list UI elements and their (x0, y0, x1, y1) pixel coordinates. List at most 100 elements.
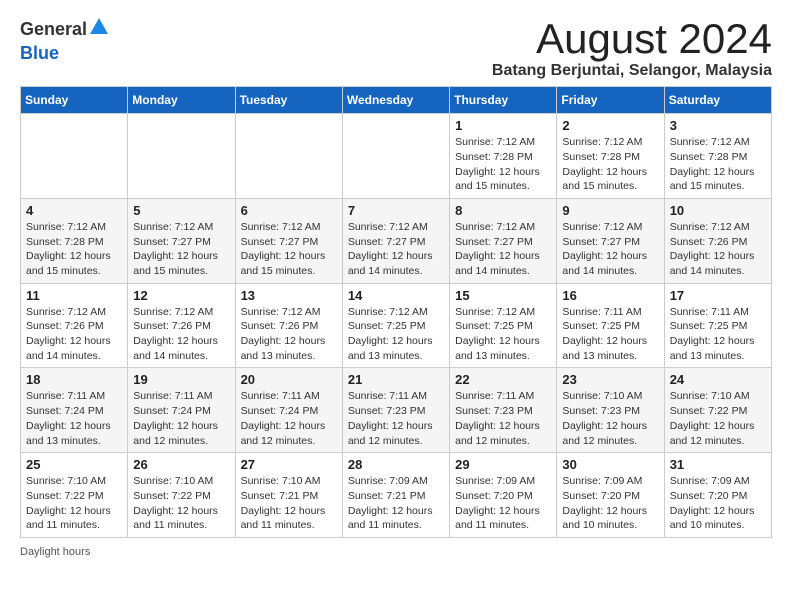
daylight-label: Daylight hours (20, 546, 90, 558)
calendar-cell: 13 Sunrise: 7:12 AMSunset: 7:26 PMDayligh… (235, 283, 342, 368)
calendar-cell (128, 114, 235, 199)
day-number: 6 (241, 203, 337, 218)
calendar-cell: 29 Sunrise: 7:09 AMSunset: 7:20 PMDayligh… (450, 453, 557, 538)
calendar-week-row: 1Sunrise: 7:12 AMSunset: 7:28 PMDaylight… (21, 114, 772, 199)
calendar-cell: 31 Sunrise: 7:09 AMSunset: 7:20 PMDayligh… (664, 453, 771, 538)
day-number: 9 (562, 203, 658, 218)
day-number: 28 (348, 457, 444, 472)
day-info: Sunrise: 7:12 AMSunset: 7:28 PMDaylight:… (455, 135, 551, 194)
calendar-week-row: 11Sunrise: 7:12 AMSunset: 7:26 PMDayligh… (21, 283, 772, 368)
day-info: Sunrise: 7:09 AMSunset: 7:21 PMDaylight:… (348, 474, 444, 533)
calendar-cell: 21Sunrise: 7:11 AMSunset: 7:23 PMDayligh… (342, 368, 449, 453)
footer-note: Daylight hours (20, 546, 772, 558)
day-number: 29 (455, 457, 551, 472)
day-info: Sunrise: 7:12 AMSunset: 7:26 PMDaylight:… (26, 305, 122, 364)
column-header-friday: Friday (557, 87, 664, 114)
title-area: August 2024 Batang Berjuntai, Selangor, … (492, 16, 772, 80)
calendar-cell: 2Sunrise: 7:12 AMSunset: 7:28 PMDaylight… (557, 114, 664, 199)
day-info: Sunrise: 7:12 AMSunset: 7:27 PMDaylight:… (241, 220, 337, 279)
calendar-cell: 15Sunrise: 7:12 AMSunset: 7:25 PMDayligh… (450, 283, 557, 368)
day-info: Sunrise: 7:10 AMSunset: 7:21 PMDaylight:… (241, 474, 337, 533)
calendar-cell: 10 Sunrise: 7:12 AMSunset: 7:26 PMDayligh… (664, 198, 771, 283)
day-info: Sunrise: 7:11 AMSunset: 7:25 PMDaylight:… (670, 305, 766, 364)
day-number: 8 (455, 203, 551, 218)
day-info: Sunrise: 7:11 AMSunset: 7:24 PMDaylight:… (26, 389, 122, 448)
calendar-cell: 26 Sunrise: 7:10 AMSunset: 7:22 PMDayligh… (128, 453, 235, 538)
calendar-cell: 27 Sunrise: 7:10 AMSunset: 7:21 PMDayligh… (235, 453, 342, 538)
day-number: 14 (348, 288, 444, 303)
day-info: Sunrise: 7:10 AMSunset: 7:22 PMDaylight:… (26, 474, 122, 533)
calendar-cell: 17Sunrise: 7:11 AMSunset: 7:25 PMDayligh… (664, 283, 771, 368)
column-header-tuesday: Tuesday (235, 87, 342, 114)
page-header: General Blue August 2024 Batang Berjunta… (20, 16, 772, 80)
day-info: Sunrise: 7:12 AMSunset: 7:28 PMDaylight:… (26, 220, 122, 279)
day-number: 25 (26, 457, 122, 472)
day-number: 20 (241, 372, 337, 387)
day-info: Sunrise: 7:10 AMSunset: 7:23 PMDaylight:… (562, 389, 658, 448)
day-number: 10 (670, 203, 766, 218)
calendar-cell (342, 114, 449, 199)
day-number: 4 (26, 203, 122, 218)
day-number: 5 (133, 203, 229, 218)
calendar-week-row: 18 Sunrise: 7:11 AMSunset: 7:24 PMDayligh… (21, 368, 772, 453)
day-number: 7 (348, 203, 444, 218)
calendar-cell: 25 Sunrise: 7:10 AMSunset: 7:22 PMDayligh… (21, 453, 128, 538)
day-number: 13 (241, 288, 337, 303)
calendar-title: August 2024 (492, 16, 772, 62)
day-info: Sunrise: 7:12 AMSunset: 7:26 PMDaylight:… (133, 305, 229, 364)
day-info: Sunrise: 7:11 AMSunset: 7:25 PMDaylight:… (562, 305, 658, 364)
day-info: Sunrise: 7:12 AMSunset: 7:27 PMDaylight:… (562, 220, 658, 279)
day-info: Sunrise: 7:12 AMSunset: 7:28 PMDaylight:… (670, 135, 766, 194)
day-info: Sunrise: 7:12 AMSunset: 7:27 PMDaylight:… (455, 220, 551, 279)
calendar-cell: 14 Sunrise: 7:12 AMSunset: 7:25 PMDayligh… (342, 283, 449, 368)
calendar-week-row: 4 Sunrise: 7:12 AMSunset: 7:28 PMDaylight… (21, 198, 772, 283)
day-info: Sunrise: 7:11 AMSunset: 7:23 PMDaylight:… (348, 389, 444, 448)
day-info: Sunrise: 7:10 AMSunset: 7:22 PMDaylight:… (133, 474, 229, 533)
calendar-header-row: SundayMondayTuesdayWednesdayThursdayFrid… (21, 87, 772, 114)
day-info: Sunrise: 7:12 AMSunset: 7:25 PMDaylight:… (348, 305, 444, 364)
day-number: 22 (455, 372, 551, 387)
day-number: 3 (670, 118, 766, 133)
calendar-cell: 20Sunrise: 7:11 AMSunset: 7:24 PMDayligh… (235, 368, 342, 453)
logo-blue-text: Blue (20, 43, 59, 64)
calendar-cell: 12 Sunrise: 7:12 AMSunset: 7:26 PMDayligh… (128, 283, 235, 368)
day-number: 15 (455, 288, 551, 303)
day-number: 26 (133, 457, 229, 472)
calendar-cell: 9 Sunrise: 7:12 AMSunset: 7:27 PMDaylight… (557, 198, 664, 283)
calendar-cell: 5 Sunrise: 7:12 AMSunset: 7:27 PMDaylight… (128, 198, 235, 283)
day-info: Sunrise: 7:12 AMSunset: 7:26 PMDaylight:… (670, 220, 766, 279)
logo-general-text: General (20, 19, 87, 40)
column-header-saturday: Saturday (664, 87, 771, 114)
day-number: 18 (26, 372, 122, 387)
calendar-cell: 18 Sunrise: 7:11 AMSunset: 7:24 PMDayligh… (21, 368, 128, 453)
day-number: 19 (133, 372, 229, 387)
day-number: 23 (562, 372, 658, 387)
calendar-cell (235, 114, 342, 199)
calendar-cell (21, 114, 128, 199)
calendar-cell: 11Sunrise: 7:12 AMSunset: 7:26 PMDayligh… (21, 283, 128, 368)
calendar-cell: 1Sunrise: 7:12 AMSunset: 7:28 PMDaylight… (450, 114, 557, 199)
logo: General Blue (20, 16, 110, 64)
calendar-cell: 24Sunrise: 7:10 AMSunset: 7:22 PMDayligh… (664, 368, 771, 453)
column-header-sunday: Sunday (21, 87, 128, 114)
day-info: Sunrise: 7:09 AMSunset: 7:20 PMDaylight:… (670, 474, 766, 533)
day-info: Sunrise: 7:11 AMSunset: 7:23 PMDaylight:… (455, 389, 551, 448)
day-info: Sunrise: 7:09 AMSunset: 7:20 PMDaylight:… (455, 474, 551, 533)
day-number: 16 (562, 288, 658, 303)
day-number: 30 (562, 457, 658, 472)
day-info: Sunrise: 7:12 AMSunset: 7:26 PMDaylight:… (241, 305, 337, 364)
calendar-table: SundayMondayTuesdayWednesdayThursdayFrid… (20, 86, 772, 538)
column-header-wednesday: Wednesday (342, 87, 449, 114)
day-number: 24 (670, 372, 766, 387)
calendar-cell: 16 Sunrise: 7:11 AMSunset: 7:25 PMDayligh… (557, 283, 664, 368)
calendar-cell: 19Sunrise: 7:11 AMSunset: 7:24 PMDayligh… (128, 368, 235, 453)
day-number: 2 (562, 118, 658, 133)
calendar-subtitle: Batang Berjuntai, Selangor, Malaysia (492, 62, 772, 80)
day-number: 31 (670, 457, 766, 472)
column-header-thursday: Thursday (450, 87, 557, 114)
day-number: 27 (241, 457, 337, 472)
day-number: 12 (133, 288, 229, 303)
day-info: Sunrise: 7:12 AMSunset: 7:27 PMDaylight:… (133, 220, 229, 279)
calendar-cell: 8 Sunrise: 7:12 AMSunset: 7:27 PMDaylight… (450, 198, 557, 283)
logo-icon (88, 16, 110, 38)
